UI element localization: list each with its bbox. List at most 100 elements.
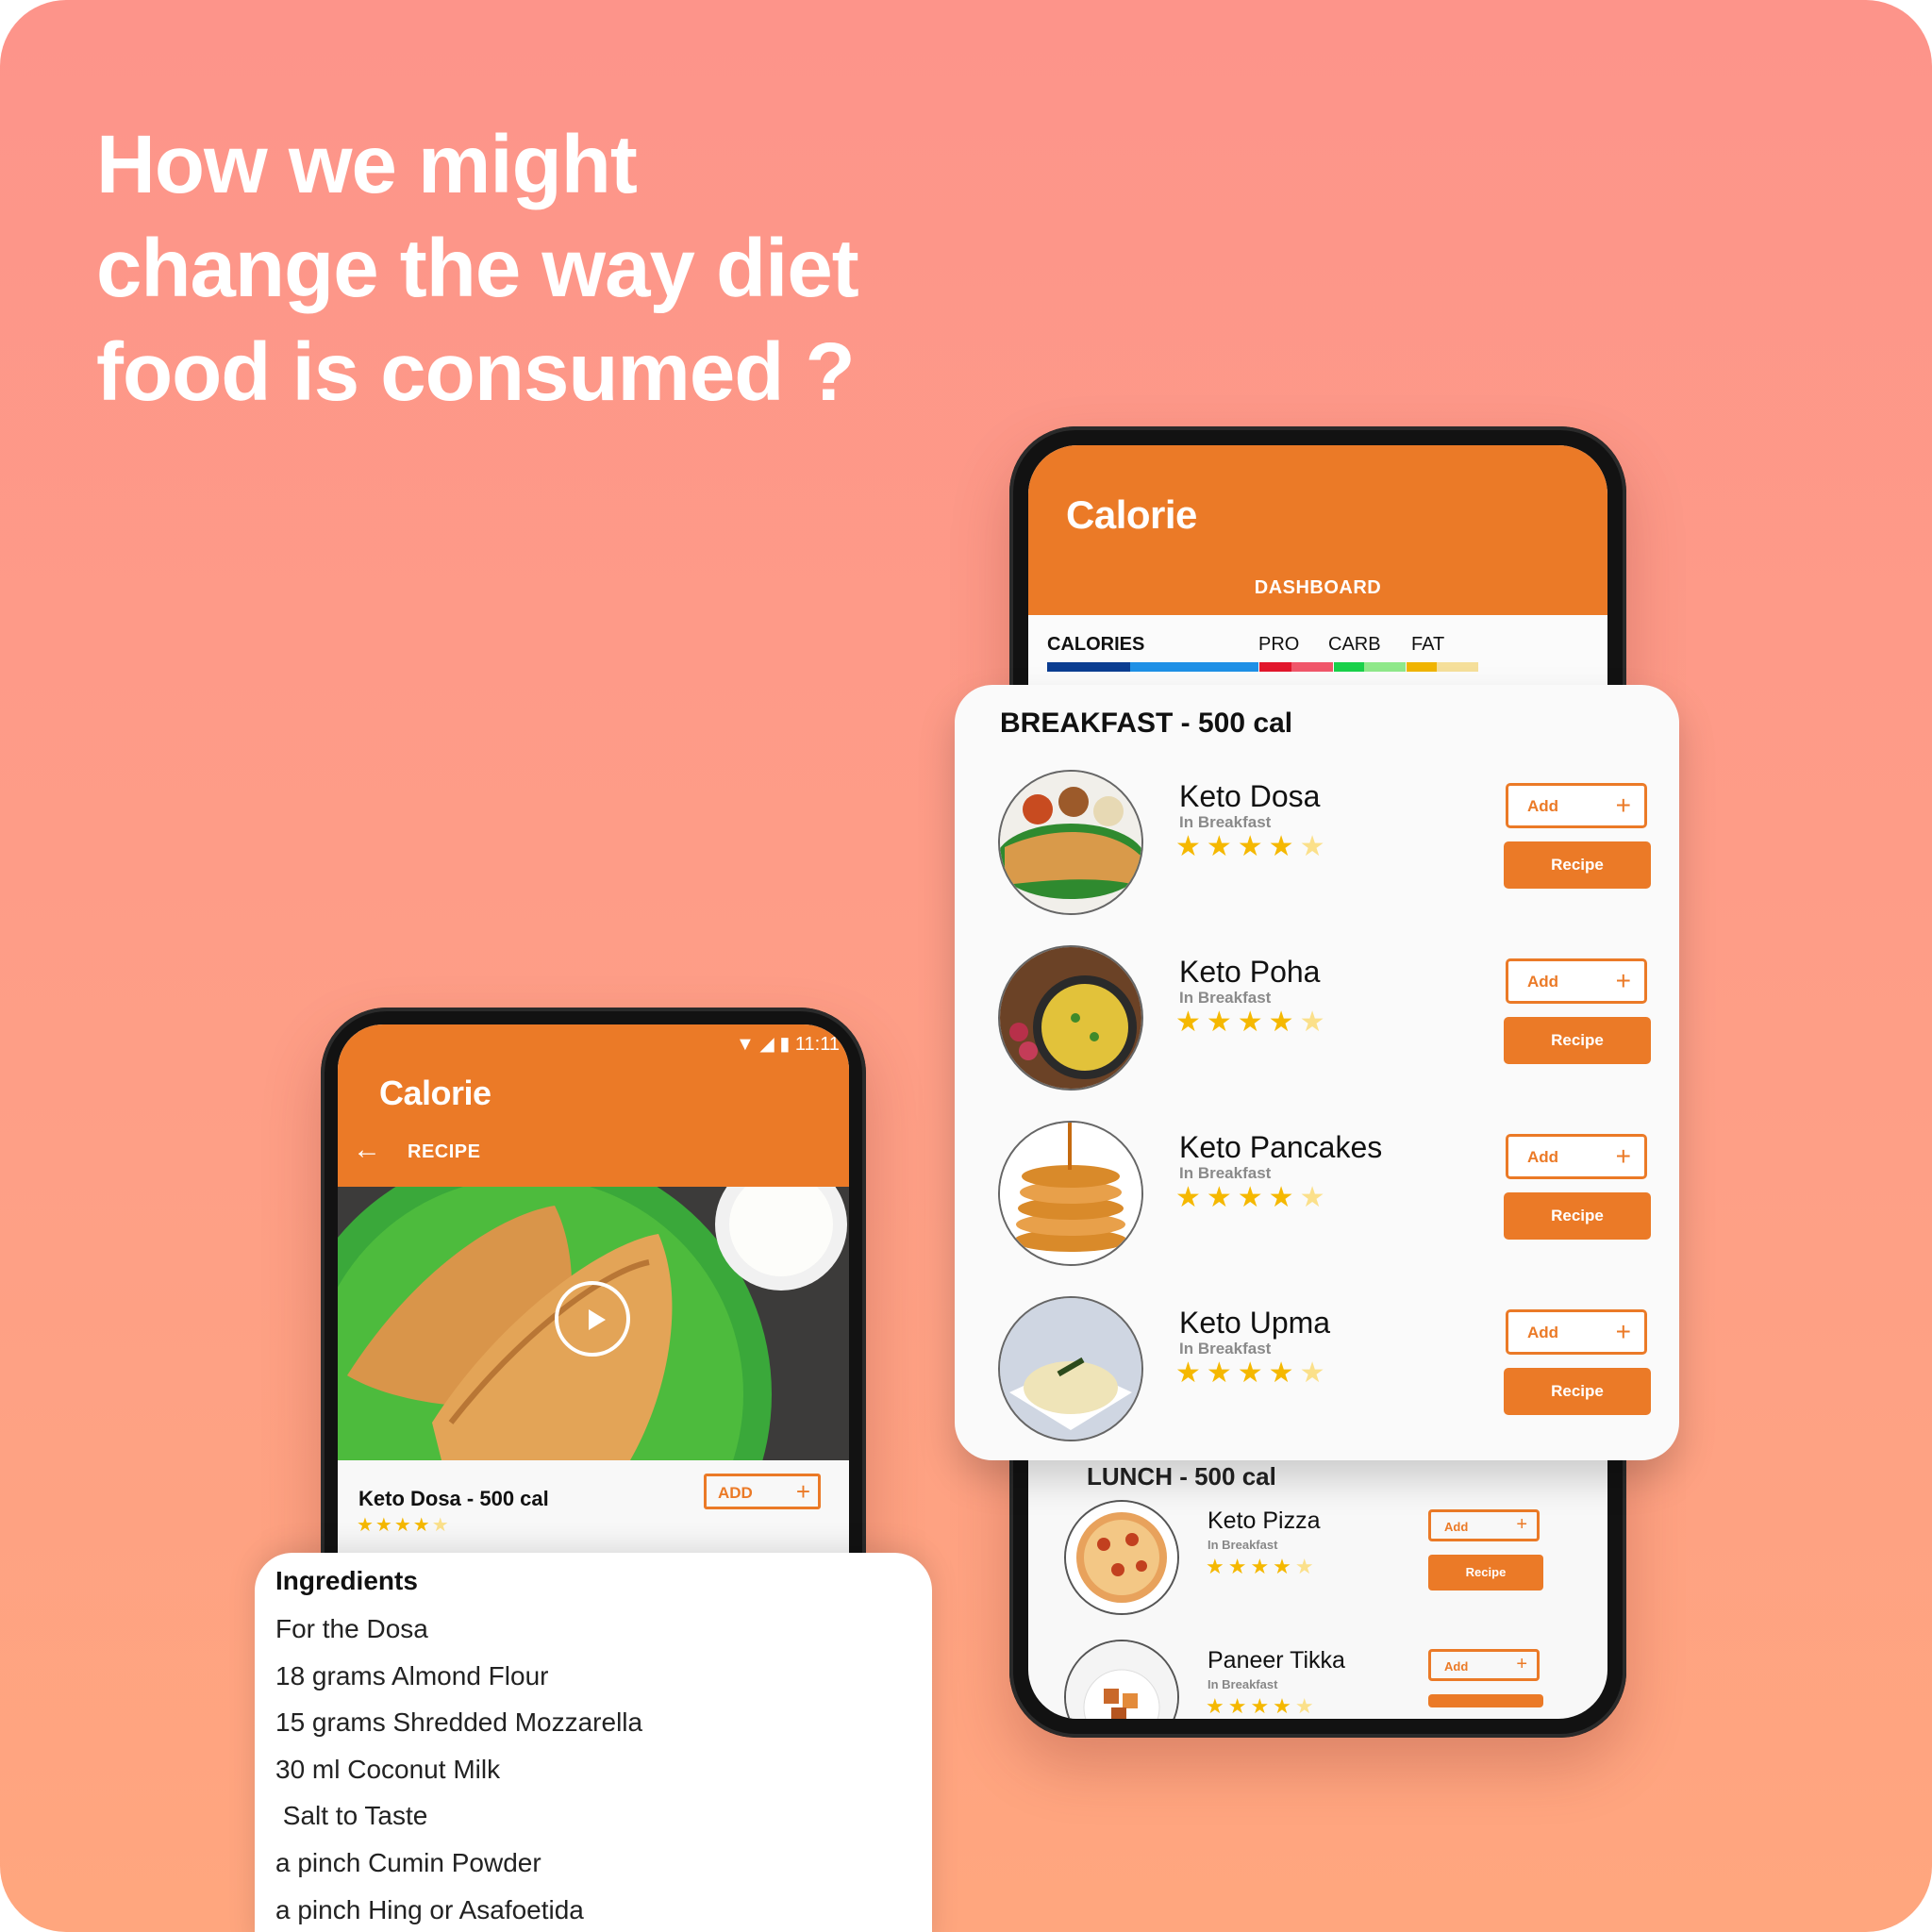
ingredient-item: 18 grams Almond Flour: [275, 1660, 549, 1690]
rating-stars: ★★★★★: [1206, 1694, 1318, 1718]
add-button[interactable]: Add +: [1506, 1134, 1647, 1179]
add-button-label: Add: [1527, 973, 1559, 991]
calories-bar-track: [1130, 662, 1258, 672]
list-item: Keto Upma In Breakfast ★★★★★ Add + Recipe: [955, 1296, 1679, 1457]
plus-icon: +: [1615, 1317, 1631, 1346]
ingredient-item: a pinch Hing or Asafoetida: [275, 1894, 584, 1924]
headline: How we might change the way diet food is…: [96, 119, 859, 418]
carb-bar-track: [1364, 662, 1406, 672]
recipe-video-thumbnail[interactable]: [338, 1187, 849, 1460]
battery-icon: ▮: [779, 1034, 791, 1055]
carb-label: CARB: [1328, 634, 1381, 655]
dish-name: Paneer Tikka: [1208, 1647, 1345, 1674]
back-arrow-icon[interactable]: ←: [353, 1134, 381, 1166]
paneer-tikka-image: [1064, 1640, 1179, 1719]
plus-icon: +: [1516, 1514, 1527, 1535]
add-button-label: ADD: [718, 1484, 753, 1502]
ingredients-card: Ingredients For the Dosa 18 grams Almond…: [255, 1553, 932, 1932]
rating-stars: ★★★★★: [1175, 1007, 1331, 1038]
keto-poha-image[interactable]: [998, 945, 1143, 1091]
add-button[interactable]: Add +: [1506, 1309, 1647, 1355]
fat-bar-track: [1437, 662, 1478, 672]
app-logo: Calorie: [1066, 492, 1197, 537]
pizza-image: [1064, 1500, 1179, 1615]
ingredient-item: For the Dosa: [275, 1614, 428, 1643]
dish-meal: In Breakfast: [1179, 1340, 1272, 1357]
list-item: Keto Poha In Breakfast ★★★★★ Add + Recipe: [955, 945, 1679, 1106]
app-bar: ▼ ◢ ▮ 11:11 Calorie ← RECIPE: [338, 1024, 849, 1187]
ingredient-item: a pinch Cumin Powder: [275, 1847, 541, 1877]
background: How we might change the way diet food is…: [0, 0, 1932, 1932]
rating-stars: ★★★★★: [1206, 1555, 1318, 1578]
protein-label: PRO: [1258, 634, 1300, 655]
keto-pancakes-image[interactable]: [998, 1121, 1143, 1266]
rating-stars: ★★★★★: [357, 1515, 451, 1536]
fat-bar-filled: [1407, 662, 1437, 672]
wifi-icon: ▼: [736, 1034, 755, 1055]
recipe-button[interactable]: Recipe: [1504, 1017, 1651, 1064]
add-button[interactable]: Add +: [1428, 1509, 1540, 1541]
dish-name: Keto Poha: [1179, 955, 1321, 989]
add-button[interactable]: Add +: [1506, 783, 1647, 828]
dish-meal: In Breakfast: [1208, 1677, 1278, 1691]
tab-dashboard[interactable]: DASHBOARD: [1028, 577, 1607, 599]
add-button-label: Add: [1527, 797, 1559, 815]
list-item: Keto Dosa In Breakfast ★★★★★ Add + Recipe: [955, 770, 1679, 930]
list-item: Paneer Tikka In Breakfast ★★★★★ Add +: [1028, 1640, 1607, 1719]
dish-name: Keto Pizza: [1208, 1507, 1321, 1534]
keto-dosa-image[interactable]: [998, 770, 1143, 915]
protein-bar-filled: [1259, 662, 1291, 672]
recipe-button[interactable]: Recipe: [1428, 1555, 1543, 1591]
dish-title: Keto Dosa - 500 cal: [358, 1487, 549, 1510]
ingredient-item: 15 grams Shredded Mozzarella: [275, 1707, 643, 1738]
page-title: RECIPE: [408, 1141, 481, 1162]
ingredients-title: Ingredients: [275, 1566, 418, 1595]
signal-icon: ◢: [759, 1034, 774, 1055]
lunch-title: LUNCH - 500 cal: [1087, 1462, 1276, 1491]
add-button[interactable]: ADD +: [704, 1474, 821, 1509]
plus-icon: +: [795, 1477, 810, 1506]
breakfast-card: BREAKFAST - 500 cal Keto Dosa In Breakfa…: [955, 685, 1679, 1460]
ingredient-item: Salt to Taste: [275, 1801, 428, 1831]
ingredient-item: 30 ml Coconut Milk: [275, 1754, 501, 1784]
add-button-label: Add: [1527, 1148, 1559, 1166]
dish-meal: In Breakfast: [1179, 989, 1272, 1007]
ingredients-list: For the Dosa 18 grams Almond Flour 15 gr…: [275, 1606, 642, 1932]
protein-bar-track: [1291, 662, 1333, 672]
list-item: Keto Pancakes In Breakfast ★★★★★ Add + Re…: [955, 1121, 1679, 1281]
list-item: Keto Pizza In Breakfast ★★★★★ Add + Recip…: [1028, 1500, 1607, 1632]
macro-bar: CALORIES PRO CARB FAT: [1028, 615, 1607, 691]
dish-name: Keto Pancakes: [1179, 1130, 1383, 1164]
rating-stars: ★★★★★: [1175, 831, 1331, 862]
play-icon[interactable]: [555, 1281, 630, 1357]
add-button-label: Add: [1444, 1659, 1469, 1674]
breakfast-title: BREAKFAST - 500 cal: [1000, 708, 1293, 739]
rating-stars: ★★★★★: [1175, 1182, 1331, 1213]
recipe-button[interactable]: [1428, 1694, 1543, 1707]
add-button[interactable]: Add +: [1428, 1649, 1540, 1681]
rating-stars: ★★★★★: [1175, 1357, 1331, 1389]
add-button[interactable]: Add +: [1506, 958, 1647, 1004]
add-button-label: Add: [1444, 1520, 1469, 1534]
app-logo: Calorie: [379, 1074, 491, 1112]
add-button-label: Add: [1527, 1324, 1559, 1341]
recipe-button[interactable]: Recipe: [1504, 841, 1651, 889]
carb-bar-filled: [1334, 662, 1364, 672]
dish-meal: In Breakfast: [1208, 1538, 1278, 1552]
dish-name: Keto Dosa: [1179, 779, 1321, 813]
plus-icon: +: [1615, 966, 1631, 995]
plus-icon: +: [1516, 1654, 1527, 1674]
calories-label: CALORIES: [1047, 634, 1145, 655]
app-bar: Calorie DASHBOARD: [1028, 445, 1607, 615]
plus-icon: +: [1615, 1141, 1631, 1171]
recipe-button[interactable]: Recipe: [1504, 1368, 1651, 1415]
status-time: 11:11: [794, 1034, 840, 1055]
status-bar: ▼ ◢ ▮ 11:11: [736, 1032, 840, 1056]
fat-label: FAT: [1411, 634, 1445, 655]
dish-meal: In Breakfast: [1179, 813, 1272, 831]
recipe-button[interactable]: Recipe: [1504, 1192, 1651, 1240]
dish-meal: In Breakfast: [1179, 1164, 1272, 1182]
plus-icon: +: [1615, 791, 1631, 820]
calories-bar-filled: [1047, 662, 1130, 672]
keto-upma-image[interactable]: [998, 1296, 1143, 1441]
